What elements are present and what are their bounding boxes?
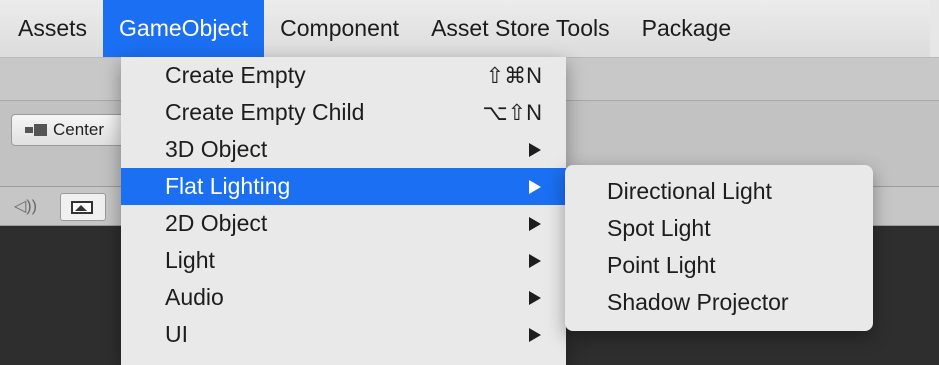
menu-item-create-empty[interactable]: Create Empty ⇧⌘N bbox=[121, 57, 566, 94]
submenu-arrow-icon bbox=[529, 143, 541, 157]
menu-item-label: Light bbox=[165, 247, 215, 273]
menu-item-label: UI bbox=[165, 321, 188, 347]
flat-lighting-submenu: Directional Light Spot Light Point Light… bbox=[565, 165, 873, 331]
submenu-item-spot-light[interactable]: Spot Light bbox=[565, 210, 873, 247]
menu-item-flat-lighting[interactable]: Flat Lighting bbox=[121, 168, 566, 205]
pivot-icon bbox=[25, 124, 47, 136]
menu-asset-store-tools[interactable]: Asset Store Tools bbox=[415, 0, 626, 57]
menu-item-label: 3D Object bbox=[165, 136, 268, 162]
menu-item-light[interactable]: Light bbox=[121, 242, 566, 279]
menu-item-label: 2D Object bbox=[165, 210, 268, 236]
speaker-icon[interactable]: ◁)) bbox=[14, 196, 37, 216]
submenu-arrow-icon bbox=[529, 328, 541, 342]
submenu-item-point-light[interactable]: Point Light bbox=[565, 247, 873, 284]
center-label: Center bbox=[53, 120, 105, 139]
menu-package[interactable]: Package bbox=[626, 0, 748, 57]
menu-gameobject[interactable]: GameObject bbox=[103, 0, 265, 57]
submenu-item-directional-light[interactable]: Directional Light bbox=[565, 173, 873, 210]
image-icon bbox=[71, 201, 93, 214]
menu-component[interactable]: Component bbox=[264, 0, 415, 57]
menu-overflow-edge bbox=[930, 0, 939, 57]
submenu-arrow-icon bbox=[529, 254, 541, 268]
shortcut-label: ⌥⇧N bbox=[482, 99, 542, 125]
menu-item-label: Audio bbox=[165, 284, 224, 310]
submenu-item-shadow-projector[interactable]: Shadow Projector bbox=[565, 284, 873, 321]
menu-item-create-empty-child[interactable]: Create Empty Child ⌥⇧N bbox=[121, 94, 566, 131]
menu-item-2d-object[interactable]: 2D Object bbox=[121, 205, 566, 242]
menu-item-audio[interactable]: Audio bbox=[121, 279, 566, 316]
menu-item-label: Create Empty Child bbox=[165, 99, 365, 125]
submenu-arrow-icon bbox=[529, 291, 541, 305]
submenu-arrow-icon bbox=[529, 217, 541, 231]
menu-item-ui[interactable]: UI bbox=[121, 316, 566, 353]
menu-item-label: Flat Lighting bbox=[165, 173, 291, 199]
pivot-center-button[interactable]: Center bbox=[11, 114, 131, 146]
scene-fx-button[interactable] bbox=[60, 193, 106, 221]
gameobject-dropdown-menu: Create Empty ⇧⌘N Create Empty Child ⌥⇧N … bbox=[121, 57, 566, 365]
menu-bar: Assets GameObject Component Asset Store … bbox=[0, 0, 939, 58]
menu-item-label: Create Empty bbox=[165, 62, 306, 88]
menu-assets[interactable]: Assets bbox=[0, 0, 103, 57]
menu-item-3d-object[interactable]: 3D Object bbox=[121, 131, 566, 168]
shortcut-label: ⇧⌘N bbox=[485, 62, 542, 88]
submenu-arrow-icon bbox=[529, 180, 541, 194]
